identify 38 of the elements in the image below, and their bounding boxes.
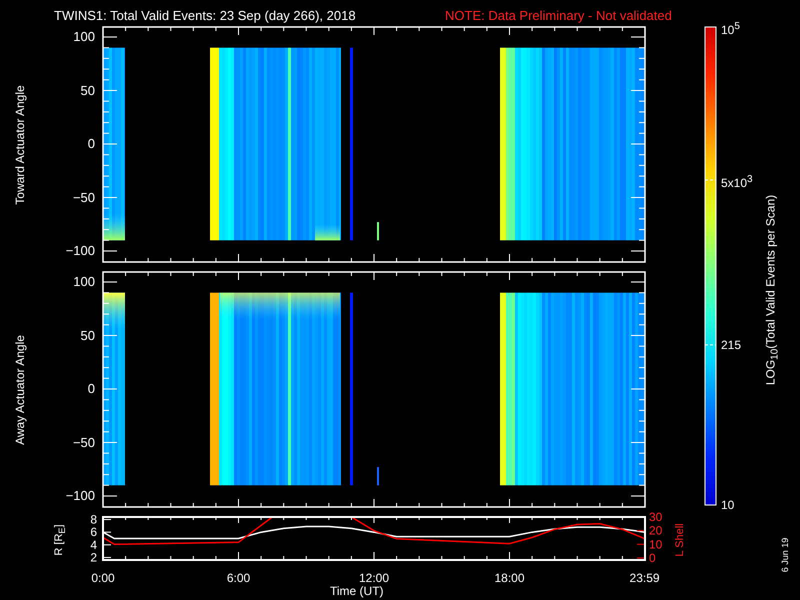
axis-tick-label: 6: [90, 525, 97, 540]
colorbar-tick-label: 215: [721, 336, 742, 354]
colorbar-tick: [704, 26, 716, 28]
axis-tick-label: −50: [72, 190, 95, 206]
colorbar-tick: [704, 504, 716, 506]
axis-tick-label: 100: [73, 29, 95, 45]
axis-tick-label: 23:59: [630, 571, 660, 585]
axis-tick-label: 50: [80, 328, 95, 344]
plot-title: TWINS1: Total Valid Events: 23 Sep (day 266), 2018: [54, 8, 356, 23]
axis-tick-label: 0: [88, 381, 95, 397]
axis-tick-label: 6:00: [226, 571, 250, 585]
axis-title: Toward Actuator Angle: [13, 84, 27, 204]
axis-tick-label: −100: [66, 243, 95, 259]
colorbar-tick: [704, 179, 716, 180]
colorbar-tick-label: 5x10$^{3}$: [721, 172, 753, 192]
axis-tick-label: 50: [80, 82, 95, 98]
preliminary-note: NOTE: Data Preliminary - Not validated: [445, 8, 672, 23]
colorbar-tick-label: 10$^{5}$: [721, 20, 740, 39]
axis-title: Away Actuator Angle: [13, 334, 27, 444]
axis-tick-label: −100: [66, 488, 95, 504]
colorbar-tick: [704, 344, 716, 346]
axis-tick-label: 100: [73, 274, 95, 290]
axis-title: Time (UT): [330, 584, 384, 598]
axis-tick-label: 20: [649, 524, 662, 538]
axis-tick-label: 0: [88, 136, 95, 152]
axis-tick-label: 2: [90, 550, 97, 564]
axis-tick-label: −50: [72, 434, 95, 450]
colorbar-tick-label: 10: [721, 497, 734, 514]
axis-tick-label: 18:00: [494, 571, 525, 585]
axis-tick-label: 8: [90, 512, 97, 527]
date-label: 6 Jun 19: [780, 538, 790, 572]
axis-tick-label: 0: [649, 550, 656, 565]
axis-tick-label: 4: [90, 538, 97, 552]
axis-tick-label: 0:00: [91, 571, 115, 585]
axis-tick-label: 12:00: [358, 571, 390, 585]
axis-tick-label: 10: [649, 537, 662, 552]
axis-tick-label: 30: [649, 510, 662, 524]
axis-title: L Shell: [674, 523, 686, 557]
